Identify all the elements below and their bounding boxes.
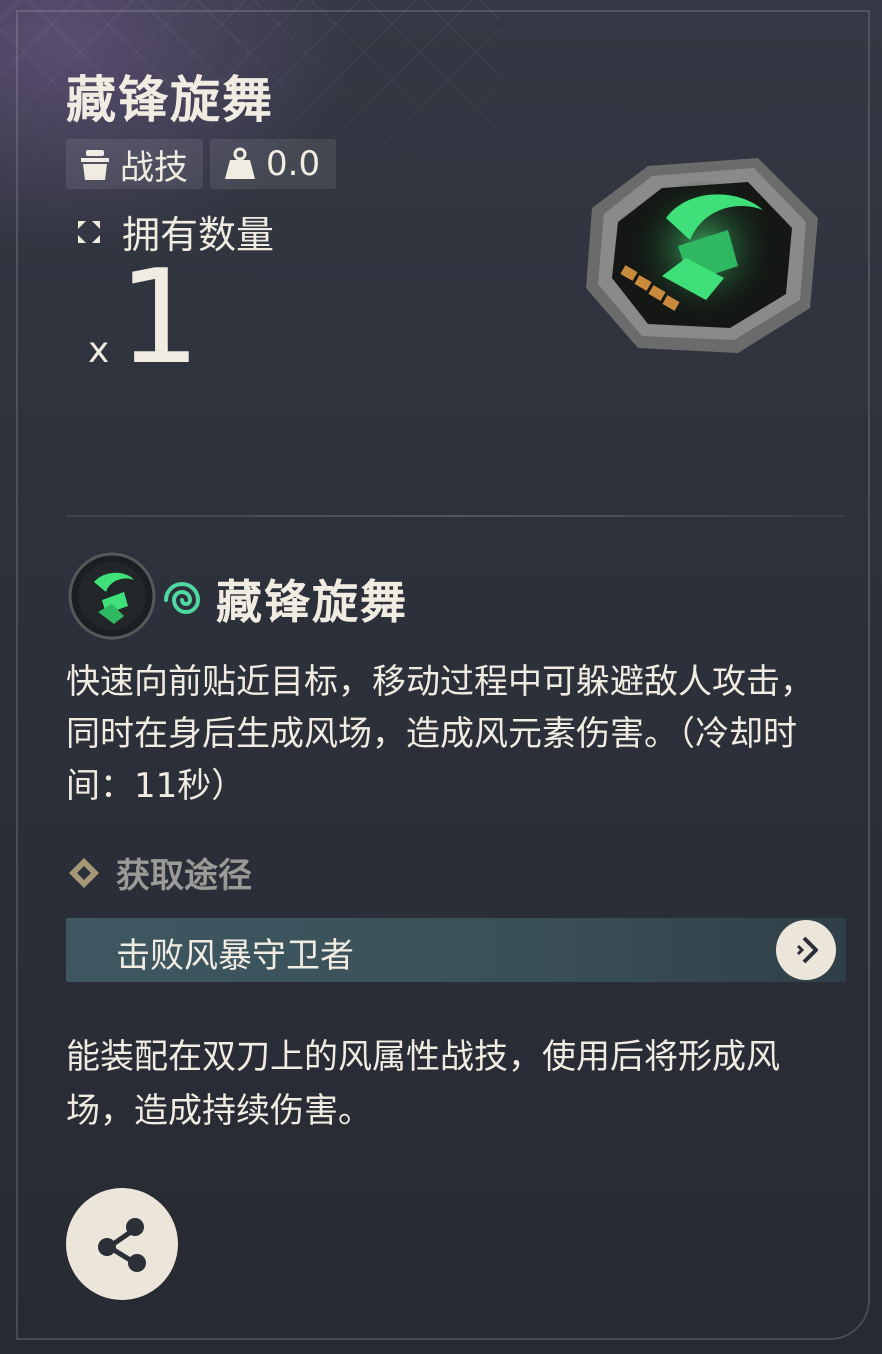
share-icon <box>98 1218 146 1272</box>
share-button[interactable] <box>66 1188 178 1300</box>
diamond-icon <box>69 857 99 888</box>
category-label: 战技 <box>120 147 188 188</box>
arrow-right-icon <box>796 936 818 964</box>
skill-description: 快速向前贴近目标，移动过程中可躲避敌人攻击，同时在身后生成风场，造成风元素伤害。… <box>66 662 814 806</box>
weight-tag: 0.0 <box>210 139 336 189</box>
skill-chip-image <box>586 158 818 353</box>
acquire-source-label: 击败风暴守卫者 <box>116 936 354 976</box>
weight-icon <box>225 147 255 179</box>
item-title: 藏锋旋舞 <box>66 71 274 129</box>
acquire-heading: 获取途径 <box>66 848 252 897</box>
acquire-source-row[interactable]: 击败风暴守卫者 <box>66 918 846 982</box>
weight-value: 0.0 <box>266 144 321 184</box>
goto-source-button[interactable] <box>776 920 836 980</box>
section-divider <box>66 515 846 517</box>
flavor-text: 能装配在双刀上的风属性战技，使用后将形成风场，造成持续伤害。 <box>66 1037 780 1131</box>
skill-title: 藏锋旋舞 <box>216 575 408 629</box>
acquire-heading-label: 获取途径 <box>116 856 252 896</box>
item-detail-card: 藏锋旋舞 战技 0.0 拥有数量 x 1 藏锋旋舞 快速向前贴近目标，移动过程中… <box>0 0 882 1354</box>
wind-spiral-icon <box>164 582 201 614</box>
category-tag: 战技 <box>66 139 203 189</box>
owned-prefix: x <box>88 330 110 371</box>
bag-icon <box>81 150 109 180</box>
owned-count: 1 <box>118 241 201 393</box>
owned-icon <box>78 220 100 243</box>
skill-blade-icon <box>68 552 156 640</box>
